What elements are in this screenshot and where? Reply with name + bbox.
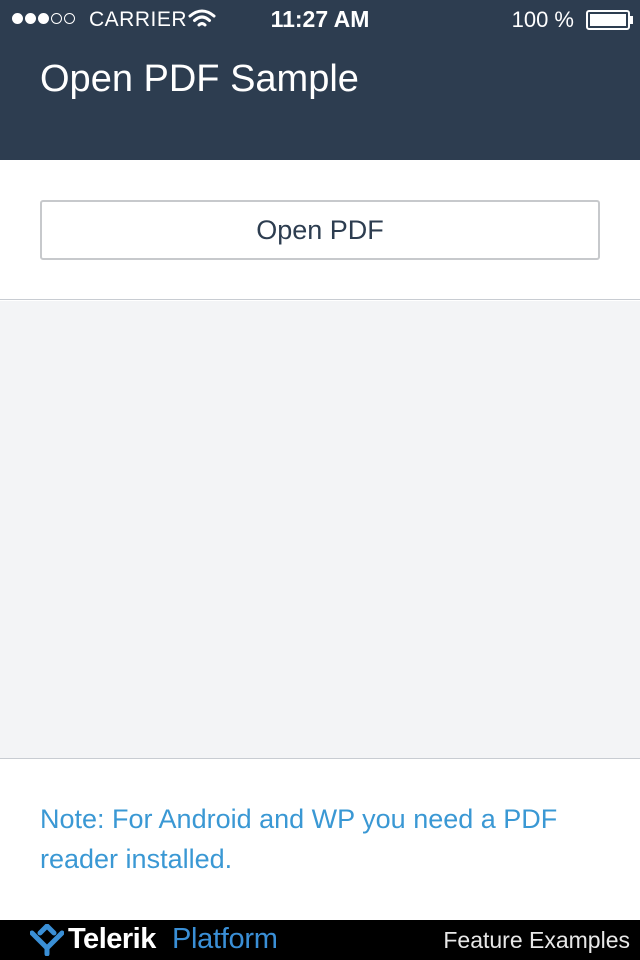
top-bar: CARRIER 11:27 AM 100 % Open PDF Sample <box>0 0 640 160</box>
status-bar: CARRIER 11:27 AM 100 % <box>0 0 640 40</box>
brand-product: Platform <box>172 923 278 955</box>
battery-icon <box>586 10 633 30</box>
note-text: Note: For Android and WP you need a PDF … <box>40 804 558 874</box>
open-pdf-button[interactable]: Open PDF <box>40 200 600 260</box>
note-section: Note: For Android and WP you need a PDF … <box>0 758 640 920</box>
content-area <box>0 301 640 758</box>
footer-bar: Telerik Platform Feature Examples <box>0 920 640 960</box>
button-section: Open PDF <box>0 160 640 300</box>
battery-percent: 100 % <box>511 7 574 32</box>
feature-examples-link[interactable]: Feature Examples <box>443 927 630 954</box>
telerik-logo-icon <box>30 924 64 956</box>
page-title: Open PDF Sample <box>40 58 359 100</box>
brand-name: Telerik <box>68 923 156 955</box>
